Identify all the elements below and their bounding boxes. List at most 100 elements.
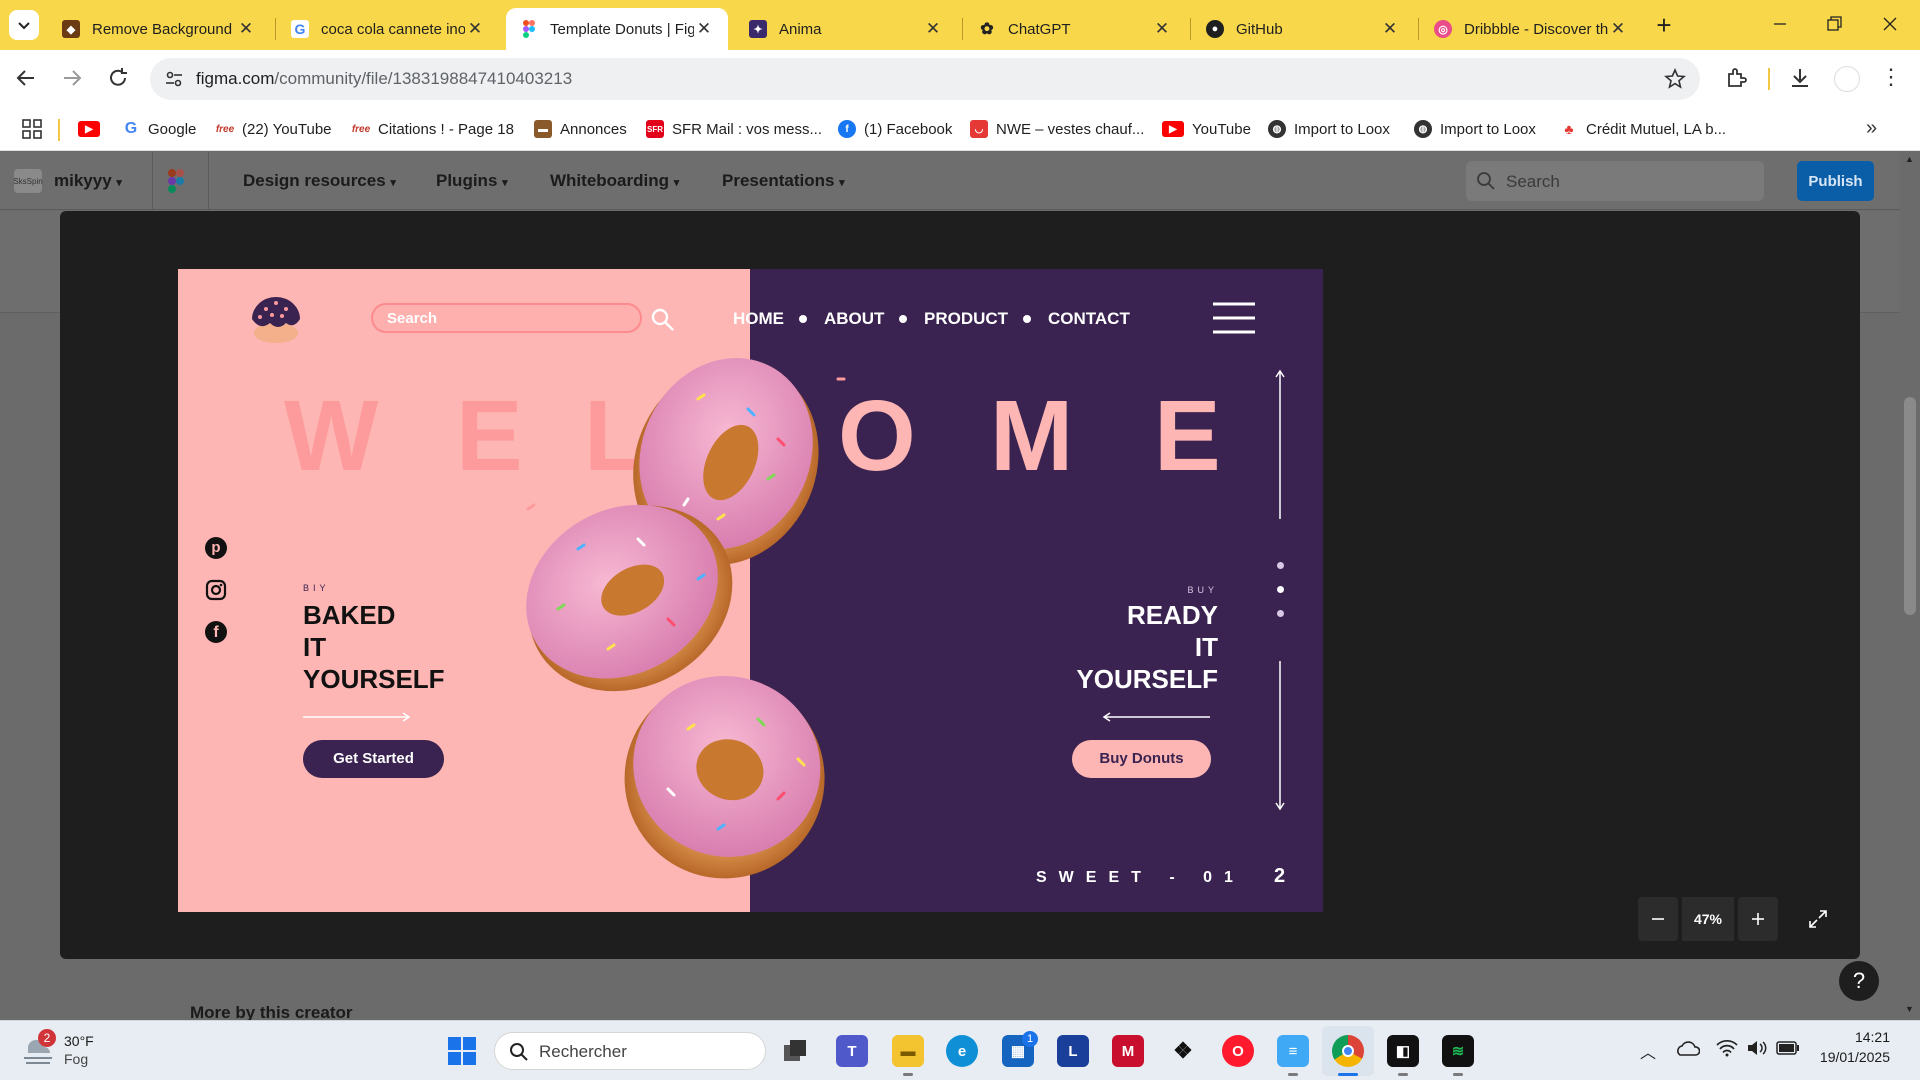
get-started-button[interactable]: Get Started [303, 740, 444, 778]
facebook-icon[interactable]: f [205, 621, 227, 643]
bookmark-item[interactable]: ♣ Crédit Mutuel, LA b... [1560, 117, 1726, 141]
header-divider [208, 152, 209, 210]
page-scrollbar[interactable]: ▲ ▼ [1900, 152, 1920, 1020]
bookmark-item[interactable]: ▶ YouTube [1162, 117, 1251, 141]
slide-dot[interactable] [1277, 562, 1284, 569]
community-search-input[interactable]: Search [1466, 161, 1764, 201]
bookmark-item[interactable]: free (22) YouTube [216, 117, 332, 141]
close-icon[interactable]: ✕ [465, 19, 485, 39]
bookmark-item[interactable]: ◍ Import to Loox [1268, 117, 1390, 141]
onedrive-icon[interactable] [1676, 1041, 1701, 1062]
tab[interactable]: ● GitHub ✕ [1192, 8, 1414, 50]
zoom-level[interactable]: 47% [1682, 897, 1734, 941]
bookmark-item[interactable]: ▬ Annonces [534, 117, 627, 141]
bookmark-item[interactable]: ◡ NWE – vestes chauf... [970, 117, 1144, 141]
weather-widget[interactable]: 2 30°F Fog [20, 1029, 110, 1073]
tab[interactable]: ◎ Dribbble - Discover the ✕ [1420, 8, 1642, 50]
sketchup-icon[interactable]: ◧ [1387, 1035, 1419, 1067]
taskbar-search-input[interactable]: Rechercher [494, 1032, 766, 1070]
design-nav-product[interactable]: PRODUCT [924, 309, 1008, 329]
launcher-l-icon[interactable]: L [1057, 1035, 1089, 1067]
bookmark-item[interactable]: ◍ Import to Loox [1414, 117, 1536, 141]
zoom-out-button[interactable] [1638, 897, 1678, 941]
address-bar[interactable]: figma.com/community/file/138319884741040… [150, 58, 1700, 100]
close-window-button[interactable] [1878, 12, 1902, 36]
edge-icon[interactable]: e [946, 1035, 978, 1067]
more-bookmarks-icon[interactable]: » [1866, 117, 1877, 140]
design-nav-home[interactable]: HOME [733, 309, 784, 329]
spotify-like-icon[interactable]: ≋ [1442, 1035, 1474, 1067]
tab-search-button[interactable] [9, 10, 39, 40]
search-icon[interactable] [650, 307, 676, 338]
chrome-icon[interactable] [1332, 1035, 1364, 1067]
pinterest-icon[interactable]: p [205, 537, 227, 559]
opera-icon[interactable]: O [1222, 1035, 1254, 1067]
design-nav-about[interactable]: ABOUT [824, 309, 884, 329]
restore-button[interactable] [1822, 12, 1846, 36]
minimize-button[interactable] [1768, 12, 1792, 36]
scroll-down-icon[interactable]: ▼ [1905, 1004, 1914, 1014]
close-icon[interactable]: ✕ [1608, 19, 1628, 39]
file-explorer-icon[interactable]: ▬ [892, 1035, 924, 1067]
tab[interactable]: G coca cola cannete inox ✕ [277, 8, 499, 50]
help-button[interactable]: ? [1839, 961, 1879, 1001]
close-icon[interactable]: ✕ [236, 19, 256, 39]
new-tab-button[interactable]: + [1650, 8, 1678, 42]
figma-logo-icon[interactable] [168, 169, 184, 198]
mcafee-icon[interactable]: M [1112, 1035, 1144, 1067]
reload-button[interactable] [106, 66, 130, 95]
slide-dot[interactable] [1277, 610, 1284, 617]
close-icon[interactable]: ✕ [923, 19, 943, 39]
site-settings-icon[interactable] [164, 69, 184, 89]
scrollbar-thumb[interactable] [1904, 397, 1916, 615]
download-icon [1792, 69, 1808, 87]
bookmark-item[interactable]: SFR SFR Mail : vos mess... [646, 117, 822, 141]
teams-icon[interactable]: T [836, 1035, 868, 1067]
tab[interactable]: ✿ ChatGPT ✕ [964, 8, 1186, 50]
start-button[interactable] [447, 1036, 477, 1066]
buy-donuts-button[interactable]: Buy Donuts [1072, 740, 1211, 778]
nav-design-resources[interactable]: Design resources ▾ [243, 171, 396, 191]
design-search-input[interactable]: Search [371, 303, 642, 333]
back-button[interactable] [14, 66, 38, 95]
tab[interactable]: ✦ Anima ✕ [735, 8, 957, 50]
bookmark-item[interactable]: G Google [122, 117, 197, 141]
chevron-up-icon[interactable]: ︿ [1640, 1039, 1656, 1063]
tab-active[interactable]: Template Donuts | Figma ✕ [506, 8, 728, 50]
star-icon[interactable] [1664, 68, 1686, 90]
volume-icon[interactable] [1746, 1039, 1768, 1062]
forward-button[interactable] [60, 66, 84, 95]
profile-avatar[interactable] [1834, 66, 1860, 92]
dropbox-icon[interactable]: ❖ [1167, 1035, 1199, 1067]
nav-whiteboarding[interactable]: Whiteboarding ▾ [550, 171, 679, 191]
clock-date[interactable]: 19/01/2025 [1806, 1049, 1890, 1065]
instagram-icon[interactable] [205, 579, 227, 601]
zoom-in-button[interactable] [1738, 897, 1778, 941]
bookmark-item[interactable]: f (1) Facebook [838, 117, 952, 141]
clock-time[interactable]: 14:21 [1806, 1029, 1890, 1045]
close-icon[interactable]: ✕ [694, 19, 714, 39]
battery-icon[interactable] [1776, 1041, 1800, 1060]
downloads-button[interactable] [1788, 66, 1812, 95]
close-icon[interactable]: ✕ [1380, 19, 1400, 39]
slide-dot-active[interactable] [1277, 586, 1284, 593]
bookmark-item[interactable]: free Citations ! - Page 18 [352, 117, 514, 141]
hamburger-menu-icon[interactable] [1213, 301, 1255, 335]
user-avatar[interactable]: SksSpin [13, 169, 43, 193]
tab[interactable]: ◆ Remove Background ✕ [48, 8, 270, 50]
nav-plugins[interactable]: Plugins ▾ [436, 171, 508, 191]
close-icon[interactable]: ✕ [1152, 19, 1172, 39]
bookmark-youtube-icon[interactable]: ▶ [78, 117, 108, 141]
task-view-icon[interactable] [780, 1035, 812, 1067]
extensions-button[interactable] [1724, 66, 1748, 95]
scroll-up-icon[interactable]: ▲ [1905, 154, 1914, 164]
notepad-icon[interactable]: ≡ [1277, 1035, 1309, 1067]
fullscreen-button[interactable] [1798, 897, 1838, 941]
design-nav-contact[interactable]: CONTACT [1048, 309, 1130, 329]
wifi-icon[interactable] [1716, 1039, 1738, 1062]
publish-button[interactable]: Publish [1797, 161, 1874, 201]
apps-icon[interactable] [22, 119, 42, 139]
user-menu[interactable]: mikyyy ▾ [54, 171, 122, 191]
nav-presentations[interactable]: Presentations ▾ [722, 171, 845, 191]
menu-button[interactable]: ⋮ [1880, 64, 1902, 90]
